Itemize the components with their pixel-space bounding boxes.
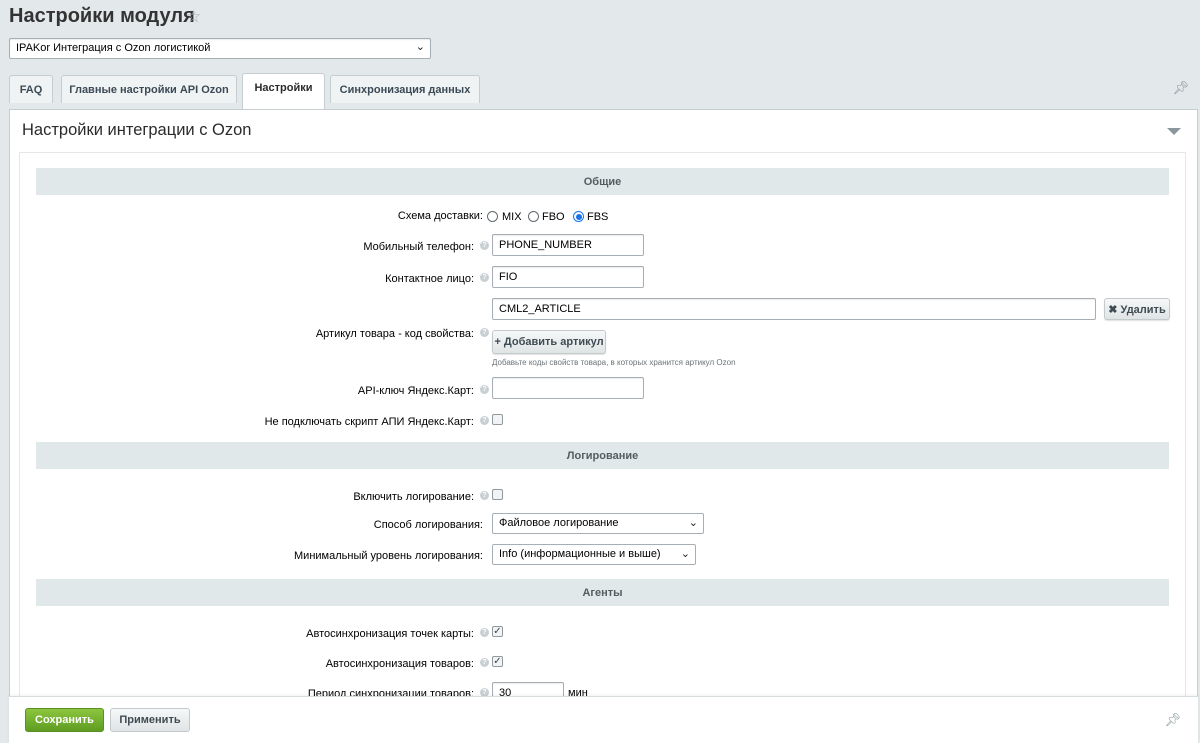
tab-api-settings[interactable]: Главные настройки API Ozon: [61, 75, 237, 103]
enable-logging-checkbox[interactable]: [492, 489, 503, 500]
help-icon[interactable]: ?: [480, 328, 489, 337]
logging-method-select[interactable]: Файловое логирование ⌄: [492, 513, 704, 534]
contact-input[interactable]: FIO: [492, 266, 644, 288]
contact-label: Контактное лицо:: [385, 273, 474, 285]
tab-faq[interactable]: FAQ: [9, 75, 53, 103]
autosync-goods-checkbox[interactable]: ✓: [492, 656, 503, 667]
autosync-points-checkbox[interactable]: ✓: [492, 626, 503, 637]
no-yandex-script-checkbox[interactable]: [492, 414, 503, 425]
chevron-down-icon: ⌄: [680, 548, 690, 560]
radio-mix[interactable]: [487, 211, 498, 222]
radio-fbs[interactable]: [573, 211, 584, 222]
section-general: Общие: [36, 168, 1169, 195]
phone-label: Мобильный телефон:: [363, 241, 474, 253]
tab-settings[interactable]: Настройки: [242, 73, 325, 109]
enable-logging-label: Включить логирование:: [353, 491, 474, 503]
radio-fbs-label: FBS: [587, 211, 609, 223]
phone-input[interactable]: PHONE_NUMBER: [492, 234, 644, 256]
chevron-down-icon: ⌄: [688, 517, 698, 529]
yandex-key-input[interactable]: [492, 377, 644, 399]
footer-bar: Сохранить Применить 📌︎: [9, 696, 1198, 743]
autosync-points-label: Автосинхронизация точек карты:: [306, 628, 474, 640]
radio-mix-label: MIX: [502, 211, 522, 223]
delete-article-button[interactable]: ✖ Удалить: [1104, 298, 1170, 320]
article-input[interactable]: CML2_ARTICLE: [492, 298, 1096, 320]
settings-form: Общие Схема доставки: MIX FBO FBS Мобиль…: [19, 152, 1186, 713]
logging-level-select[interactable]: Info (информационные и выше) ⌄: [492, 544, 696, 565]
delivery-scheme-label: Схема доставки:: [397, 210, 483, 222]
tab-data-sync[interactable]: Синхронизация данных: [330, 75, 480, 103]
collapse-arrow-icon[interactable]: [1167, 128, 1181, 135]
help-icon[interactable]: ?: [480, 628, 489, 637]
module-select[interactable]: IPAKor Интеграция с Ozon логистикой ⌄: [9, 38, 431, 59]
yandex-key-label: API-ключ Яндекс.Карт:: [357, 385, 474, 397]
logging-level-value: Info (информационные и выше): [499, 548, 661, 560]
section-agents: Агенты: [36, 579, 1169, 606]
pin-icon[interactable]: 📌︎: [1172, 80, 1189, 96]
pin-icon[interactable]: 📌︎: [1164, 712, 1181, 728]
page-title: Настройки модуля: [9, 5, 195, 27]
add-article-button[interactable]: + Добавить артикул: [492, 330, 606, 354]
settings-panel: Настройки интеграции с Ozon Общие Схема …: [9, 109, 1198, 713]
help-icon[interactable]: ?: [480, 491, 489, 500]
logging-method-label: Способ логирования:: [373, 519, 483, 531]
save-button[interactable]: Сохранить: [25, 708, 104, 732]
help-icon[interactable]: ?: [480, 416, 489, 425]
help-icon[interactable]: ?: [480, 658, 489, 667]
article-note: Добавьте коды свойств товара, в которых …: [492, 358, 736, 367]
section-logging: Логирование: [36, 442, 1169, 469]
radio-fbo[interactable]: [528, 211, 539, 222]
help-icon[interactable]: ?: [480, 385, 489, 394]
logging-level-label: Минимальный уровень логирования:: [294, 550, 483, 562]
chevron-down-icon: ⌄: [415, 41, 425, 53]
logging-method-value: Файловое логирование: [499, 517, 619, 529]
module-select-value: IPAKor Интеграция с Ozon логистикой: [16, 42, 211, 54]
panel-title: Настройки интеграции с Ozon: [22, 121, 252, 139]
help-icon[interactable]: ?: [480, 241, 489, 250]
apply-button[interactable]: Применить: [110, 708, 190, 732]
favorite-star-icon[interactable]: ☆: [186, 7, 201, 27]
article-label: Артикул товара - код свойства:: [315, 328, 474, 340]
radio-fbo-label: FBO: [542, 211, 565, 223]
help-icon[interactable]: ?: [480, 273, 489, 282]
autosync-goods-label: Автосинхронизация товаров:: [325, 658, 474, 670]
no-yandex-script-label: Не подключать скрипт АПИ Яндекс.Карт:: [264, 416, 474, 428]
